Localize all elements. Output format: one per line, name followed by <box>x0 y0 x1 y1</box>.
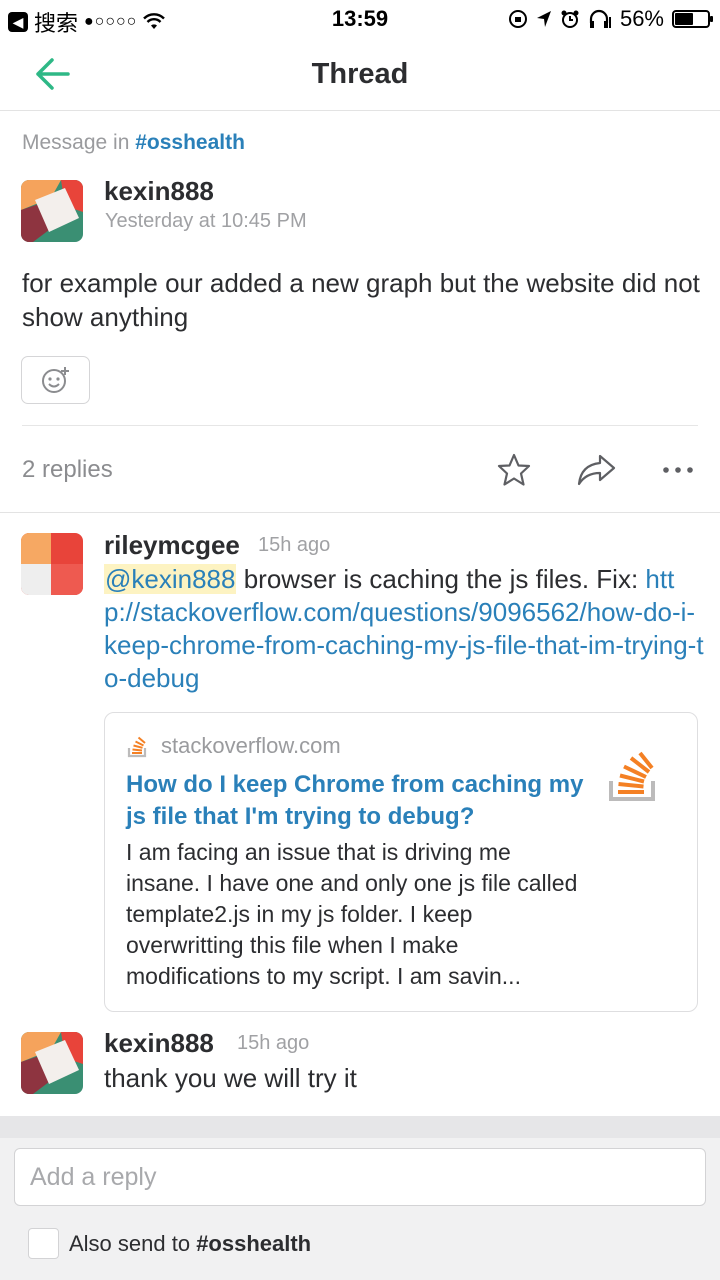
nav-bar: Thread <box>0 38 720 111</box>
headphones-icon <box>589 9 611 28</box>
context-prefix: Message in <box>22 131 136 154</box>
stackoverflow-logo-icon <box>609 751 655 801</box>
add-reaction-button[interactable] <box>21 356 90 404</box>
battery-percent: 56% <box>619 6 664 31</box>
message-text: for example our added a new graph but th… <box>22 268 700 332</box>
author-name[interactable]: kexin888 <box>104 176 214 207</box>
more-icon <box>663 467 693 473</box>
share-button[interactable] <box>576 450 616 490</box>
alarm-icon <box>561 10 579 28</box>
share-icon <box>577 454 616 486</box>
avatar-kexin888-icon <box>21 180 83 242</box>
channel-link[interactable]: #osshealth <box>135 131 245 154</box>
avatar[interactable] <box>21 1032 83 1094</box>
also-send-prefix: Also send to <box>69 1230 197 1256</box>
avatar[interactable] <box>21 180 83 242</box>
battery-level <box>675 13 693 25</box>
replies-count: 2 replies <box>22 456 113 483</box>
author-name[interactable]: kexin888 <box>104 1028 214 1059</box>
message-timestamp: Yesterday at 10:45 PM <box>105 210 307 232</box>
also-send-checkbox[interactable] <box>28 1228 59 1259</box>
divider <box>0 512 720 513</box>
message-context: Message in #osshealth <box>22 131 245 155</box>
status-bar: ◀ 搜索 ●○○○○ 13:59 56% <box>0 0 720 38</box>
also-send-label: Also send to #osshealth <box>69 1231 311 1257</box>
status-right: 56% <box>508 6 713 32</box>
preview-domain: stackoverflow.com <box>161 733 341 758</box>
orientation-lock-icon <box>508 10 527 28</box>
message-text: @kexin888 browser is caching the js file… <box>104 563 704 695</box>
more-options-button[interactable] <box>658 450 698 490</box>
avatar[interactable] <box>21 533 83 595</box>
preview-title[interactable]: How do I keep Chrome from caching my js … <box>126 769 586 833</box>
composer-separator <box>0 1116 720 1138</box>
preview-description: I am facing an issue that is driving me … <box>126 839 578 989</box>
reply-input[interactable] <box>14 1148 706 1206</box>
divider <box>22 425 698 426</box>
avatar-rileymcgee-icon <box>21 533 83 595</box>
stackoverflow-favicon-icon <box>127 736 147 758</box>
also-send-channel: #osshealth <box>196 1230 312 1256</box>
author-name[interactable]: rileymcgee <box>104 530 240 561</box>
preview-site: stackoverflow.com <box>127 733 341 759</box>
message-timestamp: 15h ago <box>258 534 331 556</box>
also-send-option[interactable]: Also send to #osshealth <box>28 1228 311 1259</box>
location-icon <box>536 11 551 27</box>
message-text: thank you we will try it <box>104 1063 357 1093</box>
message-text-part: browser is caching the js files. Fix: <box>236 564 646 594</box>
avatar-kexin888-icon <box>21 1032 83 1094</box>
page-title: Thread <box>311 58 409 90</box>
link-preview-card[interactable]: stackoverflow.com How do I keep Chrome f… <box>104 712 698 1012</box>
star-icon <box>497 453 531 486</box>
user-mention[interactable]: @kexin888 <box>104 564 237 594</box>
star-button[interactable] <box>494 450 534 490</box>
add-reaction-icon <box>41 367 69 393</box>
message-timestamp: 15h ago <box>237 1032 310 1054</box>
battery-icon <box>672 10 713 28</box>
